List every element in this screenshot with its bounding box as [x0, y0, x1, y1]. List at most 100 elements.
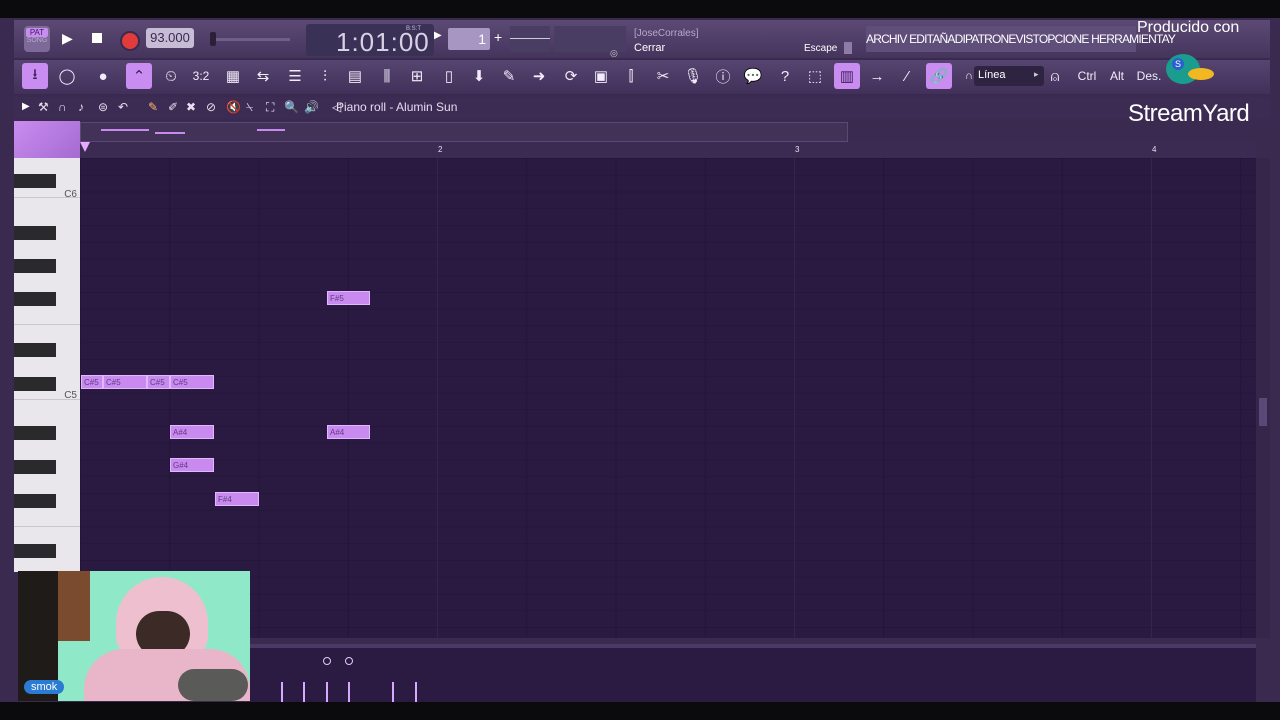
- master-volume-knob[interactable]: [210, 32, 216, 46]
- select-icon[interactable]: ⛶: [266, 100, 274, 115]
- eye-icon[interactable]: ◎: [610, 48, 618, 59]
- help-icon[interactable]: ?: [772, 63, 798, 89]
- speaker-mute-icon[interactable]: 🔇: [226, 100, 241, 114]
- note-block[interactable]: F#5: [327, 291, 370, 305]
- black-key[interactable]: [14, 544, 56, 558]
- metronome-icon[interactable]: ⏲: [158, 63, 184, 89]
- record-icon[interactable]: [120, 31, 140, 51]
- black-key[interactable]: [14, 292, 56, 306]
- black-key[interactable]: [14, 460, 56, 474]
- mixer-fader-icon[interactable]: ⫿: [618, 63, 644, 89]
- hand-icon[interactable]: ⍝: [1042, 63, 1068, 89]
- black-key[interactable]: [14, 343, 56, 357]
- stop-icon[interactable]: [92, 33, 102, 43]
- piano-keyboard[interactable]: C6 C5: [14, 158, 80, 572]
- note-block[interactable]: C#5: [170, 375, 214, 389]
- plugin-icon[interactable]: ⬇: [466, 63, 492, 89]
- playhead-marker-icon[interactable]: [80, 142, 90, 152]
- channel-rack-icon[interactable]: ⊞: [404, 63, 430, 89]
- tempo-display[interactable]: 93.000: [146, 28, 194, 48]
- note-block[interactable]: A#4: [170, 425, 214, 439]
- play-icon[interactable]: ▶: [62, 30, 73, 47]
- microphone-icon[interactable]: 🎙: [680, 63, 706, 89]
- loop-icon[interactable]: ⟳: [558, 63, 584, 89]
- overview-scroller[interactable]: [80, 122, 848, 142]
- blend-icon[interactable]: ⫶: [312, 63, 338, 89]
- instrument-icon[interactable]: ✎: [496, 63, 522, 89]
- black-key[interactable]: [14, 494, 56, 508]
- wrench-icon[interactable]: ⚒: [38, 100, 49, 114]
- master-volume-slider[interactable]: [210, 38, 290, 41]
- add-pattern-icon[interactable]: +: [494, 29, 502, 45]
- delete-tool-icon[interactable]: ✖: [186, 100, 196, 114]
- pitch-knob-icon[interactable]: ●: [90, 63, 116, 89]
- main-menu[interactable]: ARCHIV EDITAÑADIPATRONEVISTOPCIONE HERRA…: [866, 26, 1176, 52]
- alt-button[interactable]: Alt: [1104, 63, 1130, 89]
- pattern-prev-icon[interactable]: ▶: [434, 30, 442, 41]
- mixer-icon[interactable]: ⫼: [374, 63, 400, 89]
- playlist-icon[interactable]: ▤: [342, 63, 368, 89]
- vertical-scrollbar[interactable]: [1256, 158, 1270, 638]
- piano-roll-icon[interactable]: ▥: [834, 63, 860, 89]
- black-key[interactable]: [14, 226, 56, 240]
- black-key[interactable]: [14, 426, 56, 440]
- speaker-icon[interactable]: 🔊: [304, 100, 319, 114]
- note-block[interactable]: A#4: [327, 425, 370, 439]
- browser-icon[interactable]: ▯: [436, 63, 462, 89]
- velocity-bar[interactable]: [326, 682, 328, 702]
- brush-icon[interactable]: ⁄: [894, 63, 920, 89]
- note-block[interactable]: G#4: [170, 458, 214, 472]
- velocity-handle[interactable]: [345, 657, 353, 665]
- save-icon[interactable]: ▣: [588, 63, 614, 89]
- slice-icon[interactable]: ⍀: [246, 100, 253, 115]
- forward-icon[interactable]: →: [864, 63, 890, 89]
- cut-icon[interactable]: ✂: [650, 63, 676, 89]
- paint-icon[interactable]: ✐: [168, 100, 178, 114]
- window-icon[interactable]: ⬚: [802, 63, 828, 89]
- black-key[interactable]: [14, 377, 56, 391]
- download-icon[interactable]: ⭳: [22, 63, 48, 89]
- menu-tool-icon[interactable]: ⊜: [98, 100, 108, 114]
- undo-icon[interactable]: ↶: [118, 100, 128, 114]
- velocity-bar[interactable]: [415, 682, 417, 702]
- note-block[interactable]: C#5: [103, 375, 147, 389]
- note-block[interactable]: C#5: [81, 375, 103, 389]
- magnet-tool-icon[interactable]: ∩: [58, 100, 67, 114]
- velocity-handle[interactable]: [323, 657, 331, 665]
- note-block[interactable]: C#5: [147, 375, 170, 389]
- timeline-ruler[interactable]: 2 3 4: [80, 142, 1256, 159]
- velocity-bar[interactable]: [392, 682, 394, 702]
- black-key[interactable]: [14, 259, 56, 273]
- pattern-selector[interactable]: 1: [448, 28, 490, 50]
- piano-roll-toolbar: ▶ ⚒ ∩ ♪ ⊜ ↶ ✎ ✐ ✖ ⊘ 🔇 ⍀ ⛶ 🔍 🔊 ◁: [14, 97, 1270, 119]
- ctrl-button[interactable]: Ctrl: [1074, 63, 1100, 89]
- scroll-thumb[interactable]: [1259, 398, 1267, 426]
- velocity-bar[interactable]: [281, 682, 283, 702]
- black-key[interactable]: [14, 174, 56, 188]
- typing-keyboard-icon[interactable]: ⌃: [126, 63, 152, 89]
- countdown-icon[interactable]: ☰: [282, 63, 308, 89]
- speech-icon[interactable]: 💬: [740, 63, 766, 89]
- velocity-bar[interactable]: [303, 682, 305, 702]
- pencil-icon[interactable]: ✎: [148, 100, 158, 114]
- brand-logo: StreamYard: [1128, 100, 1250, 127]
- note-tool-icon[interactable]: ♪: [78, 100, 84, 114]
- menu-arrow-icon[interactable]: ▶: [22, 101, 30, 112]
- step-edit-icon[interactable]: 3:2: [188, 63, 214, 89]
- mute-tool-icon[interactable]: ⊘: [206, 100, 216, 114]
- wait-input-icon[interactable]: ⇆: [250, 63, 276, 89]
- arrow-icon[interactable]: ➜: [526, 63, 552, 89]
- target-channel[interactable]: [14, 121, 80, 161]
- note-block[interactable]: F#4: [215, 492, 259, 506]
- link-icon[interactable]: 🔗: [926, 63, 952, 89]
- snap-select[interactable]: Línea ▸: [974, 66, 1044, 86]
- ruler-label: 4: [1152, 145, 1157, 154]
- velocity-editor[interactable]: [250, 644, 1256, 702]
- info-icon[interactable]: ⓘ: [710, 63, 736, 89]
- velocity-bar[interactable]: [348, 682, 350, 702]
- zoom-icon[interactable]: 🔍: [284, 100, 299, 114]
- menu-text[interactable]: ARCHIV EDITAÑADIPATRONEVISTOPCIONE HERRA…: [866, 32, 1176, 46]
- add-playlist-icon[interactable]: ▦: [220, 63, 246, 89]
- pat-song-toggle[interactable]: PAT SONG: [24, 26, 50, 52]
- note-grid[interactable]: F#5 C#5 C#5 C#5 C#5 A#4 A#4 G#4 F#4: [80, 158, 1256, 638]
